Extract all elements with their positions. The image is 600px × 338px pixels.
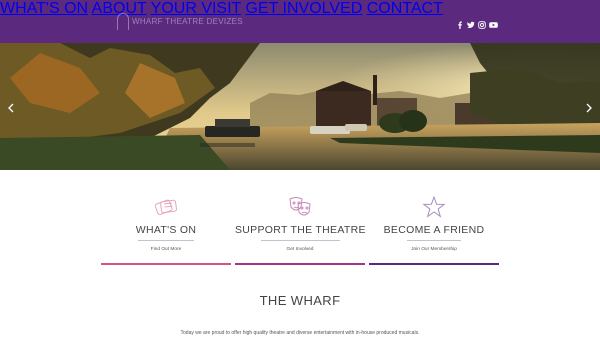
card-accent-bar [235, 263, 365, 265]
twitter-icon[interactable] [467, 16, 475, 28]
card-accent-bar [101, 263, 231, 265]
card-title: WHAT'S ON [135, 224, 197, 236]
divider [138, 240, 194, 241]
card-whats-on[interactable]: WHAT'S ON Find Out More [101, 192, 231, 266]
top-navigation-bar: WHARF THEATRE DEVIZES WHAT'S ON ABOUT YO… [0, 0, 600, 43]
section-body-text: Today we are proud to offer high quality… [180, 330, 420, 336]
instagram-icon[interactable] [478, 16, 486, 29]
nav-item-get-involved[interactable]: GET INVOLVED [245, 0, 362, 17]
logo-text: WHARF THEATRE DEVIZES [132, 16, 243, 26]
divider [261, 240, 340, 241]
star-icon [422, 195, 446, 218]
theatre-masks-icon [289, 197, 311, 216]
card-title: SUPPORT THE THEATRE [235, 224, 366, 236]
card-link[interactable]: Find Out More [101, 247, 231, 252]
section-title: THE WHARF [259, 293, 341, 308]
nav-item-whats-on[interactable]: WHAT'S ON [0, 0, 88, 17]
logo-house-icon [117, 12, 129, 30]
nav-item-contact[interactable]: CONTACT [367, 0, 443, 17]
chevron-left-icon[interactable] [7, 100, 15, 113]
social-links [456, 16, 498, 29]
chevron-right-icon[interactable] [585, 100, 593, 113]
site-logo[interactable]: WHARF THEATRE DEVIZES [117, 9, 243, 33]
youtube-icon[interactable] [489, 16, 498, 28]
facebook-icon[interactable] [456, 16, 464, 29]
divider [407, 240, 461, 241]
card-link[interactable]: Join Our Membership [369, 247, 499, 252]
hero-slider [0, 43, 600, 170]
card-become-a-friend[interactable]: BECOME A FRIEND Join Our Membership [369, 192, 499, 266]
card-support-the-theatre[interactable]: SUPPORT THE THEATRE Get Involved [235, 192, 365, 266]
hero-canal-photo [0, 43, 600, 170]
card-title: BECOME A FRIEND [383, 224, 485, 236]
card-accent-bar [369, 263, 499, 265]
card-link[interactable]: Get Involved [235, 247, 365, 252]
tickets-icon [154, 199, 177, 215]
